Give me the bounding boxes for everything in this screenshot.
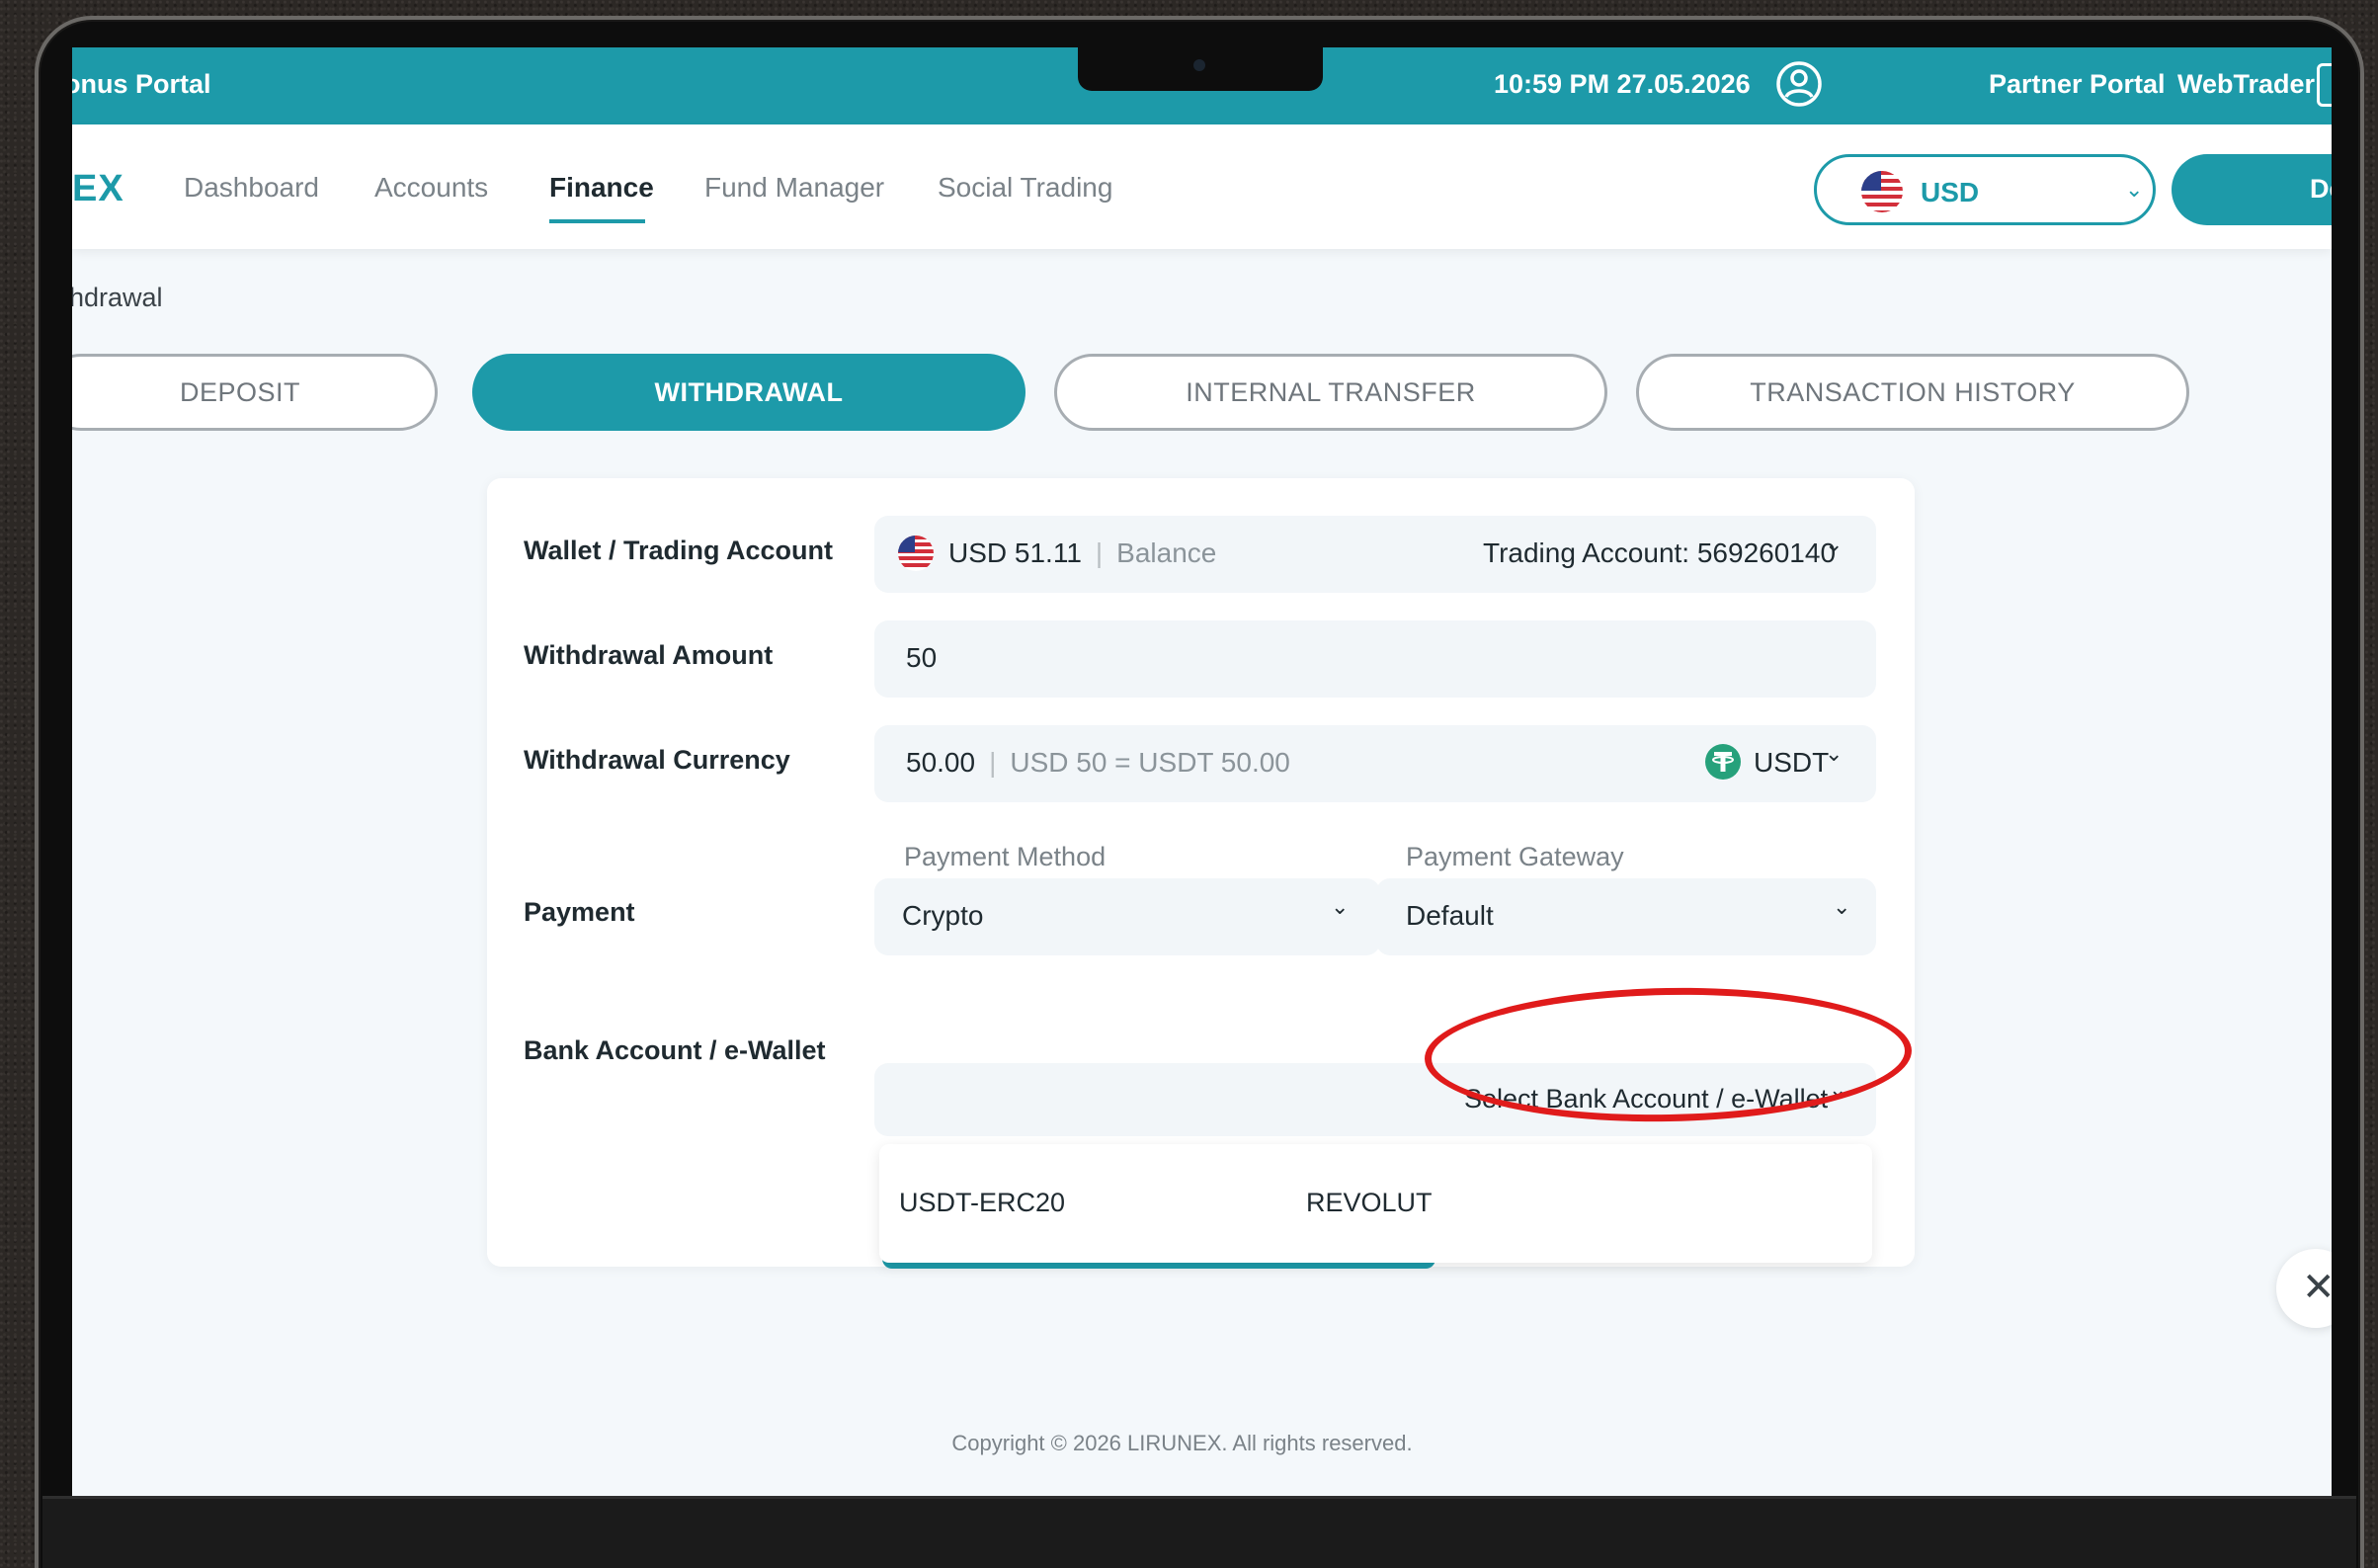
dropdown-option-revolut[interactable]: REVOLUT bbox=[1306, 1188, 1433, 1218]
payment-method-label: Payment Method bbox=[904, 842, 1107, 871]
dropdown-option-usdt-erc20[interactable]: USDT-ERC20 bbox=[899, 1188, 1065, 1218]
payment-gateway-select[interactable]: Default ⌄ bbox=[1376, 878, 1876, 955]
chevron-down-icon: ⌄ bbox=[1833, 894, 1851, 919]
us-flag-icon bbox=[898, 536, 934, 571]
tab-transaction-history[interactable]: TRANSACTION HISTORY bbox=[1636, 354, 2189, 431]
currency-amount: 50.00 bbox=[906, 747, 976, 778]
webtrader-icon[interactable] bbox=[2317, 63, 2332, 107]
datetime-display: 10:59 PM 27.05.2026 bbox=[1494, 69, 1751, 99]
payment-gateway-value: Default bbox=[1406, 900, 1494, 931]
chevron-down-icon: ⌄ bbox=[1825, 741, 1844, 766]
wallet-label: Wallet / Trading Account bbox=[524, 536, 834, 565]
payment-gateway-label: Payment Gateway bbox=[1406, 842, 1624, 871]
partner-portal-link[interactable]: Partner Portal bbox=[1989, 69, 2166, 100]
separator: | bbox=[989, 747, 997, 778]
nav-finance[interactable]: Finance bbox=[549, 172, 654, 204]
trading-account-value: Trading Account: 569260140 bbox=[1483, 537, 1837, 568]
copyright-label: Copyright © 2026 LIRUNEX. All rights res… bbox=[951, 1431, 1413, 1455]
bank-account-label: Bank Account / e-Wallet bbox=[524, 1035, 826, 1065]
withdrawal-amount-label: Withdrawal Amount bbox=[524, 640, 774, 670]
wallet-account-select[interactable]: USD 51.11 | Balance Trading Account: 56926… bbox=[874, 516, 1876, 593]
screen: onus Portal 10:59 PM 27.05.2026 Partner … bbox=[72, 47, 2332, 1496]
withdrawal-amount-value: 50 bbox=[906, 642, 938, 673]
withdrawal-currency-label: Withdrawal Currency bbox=[524, 745, 790, 775]
tab-internal-transfer[interactable]: INTERNAL TRANSFER bbox=[1054, 354, 1607, 431]
tab-withdrawal[interactable]: WITHDRAWAL bbox=[472, 354, 1025, 431]
tab-deposit[interactable]: DEPOSIT bbox=[72, 354, 438, 431]
payment-method-select[interactable]: Crypto ⌄ bbox=[874, 878, 1380, 955]
bank-account-dropdown: USDT-ERC20 REVOLUT bbox=[879, 1144, 1872, 1263]
deposit-button[interactable]: De bbox=[2172, 154, 2332, 225]
camera-notch bbox=[1078, 45, 1323, 91]
copyright-text: Copyright © 2026 LIRUNEX. All rights res… bbox=[72, 1431, 2332, 1456]
separator: | bbox=[1095, 537, 1104, 568]
webtrader-link[interactable]: WebTrader bbox=[2177, 69, 2315, 100]
bonus-portal-link[interactable]: onus Portal bbox=[72, 69, 211, 100]
currency-selector[interactable]: USD ⌄ bbox=[1814, 154, 2156, 225]
close-button[interactable]: ✕ bbox=[2276, 1249, 2332, 1328]
brand-logo[interactable]: EX bbox=[72, 168, 124, 210]
withdrawal-currency-select[interactable]: 50.00 | USD 50 = USDT 50.00 USDT ⌄ bbox=[874, 725, 1876, 802]
nav-fund-manager[interactable]: Fund Manager bbox=[704, 172, 884, 204]
us-flag-icon bbox=[1861, 171, 1903, 212]
chevron-down-icon: ⌄ bbox=[1825, 532, 1844, 556]
chevron-down-icon: ⌄ bbox=[1331, 894, 1350, 919]
laptop-bottom-bezel bbox=[42, 1496, 2356, 1568]
nav-social-trading[interactable]: Social Trading bbox=[938, 172, 1112, 204]
camera-icon bbox=[1193, 59, 1205, 71]
nav-accounts[interactable]: Accounts bbox=[374, 172, 488, 204]
balance-label: Balance bbox=[1116, 537, 1217, 568]
payment-label: Payment bbox=[524, 897, 635, 927]
currency-code: USD bbox=[1921, 177, 1980, 207]
wallet-balance-amount: USD 51.11 bbox=[948, 537, 1082, 568]
user-profile-icon[interactable] bbox=[1775, 60, 1823, 108]
conversion-rate: USD 50 = USDT 50.00 bbox=[1010, 747, 1290, 778]
nav-active-indicator bbox=[549, 219, 645, 223]
currency-code: USDT bbox=[1754, 747, 1830, 778]
nav-dashboard[interactable]: Dashboard bbox=[184, 172, 319, 204]
main-navbar: EX Dashboard Accounts Finance Fund Manag… bbox=[72, 124, 2332, 249]
tether-icon bbox=[1705, 744, 1741, 780]
withdrawal-amount-input[interactable]: 50 bbox=[874, 620, 1876, 698]
payment-method-value: Crypto bbox=[902, 900, 984, 931]
breadcrumb: hdrawal bbox=[72, 283, 163, 312]
chevron-down-icon: ⌄ bbox=[2125, 177, 2144, 202]
close-icon: ✕ bbox=[2302, 1266, 2332, 1309]
withdrawal-form-card: Wallet / Trading Account USD 51.11 | Balan… bbox=[487, 478, 1915, 1269]
